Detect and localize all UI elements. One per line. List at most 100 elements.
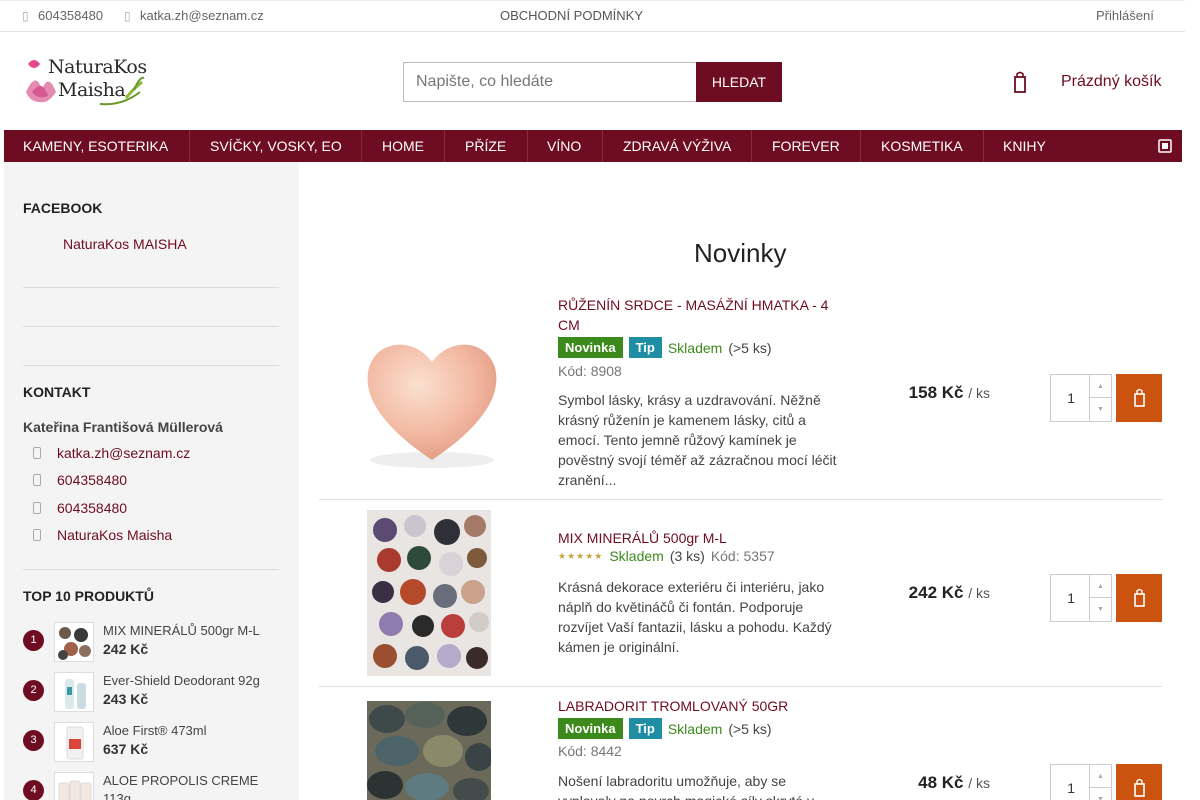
top-product-name: Aloe First® 473ml [103, 723, 207, 738]
terms-link[interactable]: OBCHODNÍ PODMÍNKY [500, 8, 643, 23]
product-row: LABRADORIT TROMLOVANÝ 50GR Novinka Tip S… [319, 687, 1162, 800]
increase-quantity-button[interactable]: ▲ [1089, 575, 1111, 598]
rating-stars-icon: ★★★★★ [558, 550, 604, 561]
top-product-item[interactable]: 3 Aloe First® 473ml 637 Kč [23, 722, 279, 768]
top-product-item[interactable]: 2 Ever-Shield Deodorant 92g 243 Kč [23, 672, 279, 718]
product-description: Krásná dekorace exteriéru či interiéru, … [558, 579, 832, 655]
nav-item-knihy[interactable]: KNIHY [984, 130, 1056, 162]
phone-icon: ▯ [22, 8, 29, 23]
contact-email: katka.zh@seznam.cz [57, 445, 191, 461]
contact-phone: 604358480 [57, 500, 128, 516]
nav-item-forever[interactable]: FOREVER [752, 130, 861, 162]
top-product-price: 637 Kč [103, 741, 149, 757]
cart-link[interactable]: Prázdný košík [1061, 73, 1161, 91]
more-menu-icon[interactable] [1158, 137, 1172, 155]
contact-facebook-row[interactable]: NaturaKos Maisha [33, 527, 172, 543]
search-input[interactable] [403, 62, 697, 102]
stock-status: Skladem [667, 339, 723, 356]
top-product-item[interactable]: 4 ALOE PROPOLIS CREME 113g [23, 772, 279, 800]
nav-item-kameny[interactable]: KAMENY, ESOTERIKA [4, 130, 190, 162]
decrease-quantity-button[interactable]: ▼ [1089, 398, 1111, 421]
logo-text: NaturaKos Maisha [48, 56, 147, 101]
product-thumbnail [54, 622, 94, 662]
top-product-name: ALOE PROPOLIS CREME 113g [103, 773, 259, 800]
contact-phone-row[interactable]: 604358480 [33, 500, 127, 516]
decrease-quantity-button[interactable]: ▼ [1089, 788, 1111, 800]
facebook-link[interactable]: NaturaKos MAISHA [63, 236, 187, 252]
nav-item-kosmetika[interactable]: KOSMETIKA [861, 130, 984, 162]
envelope-icon: ▯ [124, 8, 131, 23]
divider [23, 569, 279, 570]
product-price: 242 Kč / ks [908, 583, 990, 602]
product-code: Kód: 5357 [710, 548, 775, 564]
product-price: 48 Kč / ks [918, 773, 990, 792]
top-product-name: Ever-Shield Deodorant 92g [103, 673, 260, 688]
top-product-item[interactable]: 1 MIX MINERÁLŮ 500gr M-L 242 Kč [23, 622, 279, 668]
product-image[interactable] [367, 510, 491, 676]
badge-tip: Tip [628, 337, 662, 358]
facebook-icon [33, 529, 41, 541]
divider [23, 326, 279, 327]
product-price: 158 Kč / ks [908, 383, 990, 402]
product-row: MIX MINERÁLŮ 500gr M-L ★★★★★ Skladem (3 … [319, 500, 1162, 687]
divider [23, 287, 279, 288]
quantity-stepper[interactable]: 1 ▲ ▼ [1050, 574, 1112, 622]
product-name[interactable]: LABRADORIT TROMLOVANÝ 50GR [558, 696, 838, 716]
nav-item-vino[interactable]: VÍNO [528, 130, 603, 162]
cart-icon[interactable] [1012, 70, 1028, 94]
search-button[interactable]: HLEDAT [696, 62, 782, 102]
product-name[interactable]: RŮŽENÍN SRDCE - MASÁŽNÍ HMATKA - 4 CM [558, 295, 838, 335]
cart-icon [1134, 588, 1145, 607]
quantity-stepper[interactable]: 1 ▲ ▼ [1050, 764, 1112, 800]
rank-badge: 2 [23, 680, 44, 701]
top-product-price: 242 Kč [103, 641, 149, 657]
add-to-cart-button[interactable] [1116, 574, 1162, 622]
decrease-quantity-button[interactable]: ▼ [1089, 598, 1111, 621]
top-bar: ▯ 604358480 ▯ katka.zh@seznam.cz OBCHODN… [0, 0, 1185, 32]
topbar-phone-text: 604358480 [38, 8, 104, 23]
cart-icon [1134, 388, 1145, 407]
contact-email-row[interactable]: katka.zh@seznam.cz [33, 445, 190, 461]
page-title: Novinky [694, 238, 787, 268]
contact-facebook: NaturaKos Maisha [57, 527, 173, 543]
quantity-stepper[interactable]: 1 ▲ ▼ [1050, 374, 1112, 422]
product-code: Kód: 8442 [558, 743, 622, 759]
sidebar: FACEBOOK NaturaKos MAISHA KONTAKT Kateři… [4, 162, 299, 800]
nav-item-prize[interactable]: PŘÍZE [445, 130, 528, 162]
rank-badge: 1 [23, 630, 44, 651]
phone-icon [33, 474, 41, 486]
facebook-heading: FACEBOOK [23, 200, 103, 216]
badge-new: Novinka [558, 337, 623, 358]
add-to-cart-button[interactable] [1116, 374, 1162, 422]
topbar-phone[interactable]: ▯ 604358480 [22, 8, 103, 23]
product-badges: Novinka Tip Skladem (>5 ks) [558, 337, 772, 358]
stock-count: (>5 ks) [728, 720, 772, 737]
stock-count: (3 ks) [669, 548, 705, 564]
contact-heading: KONTAKT [23, 384, 91, 400]
topbar-email[interactable]: ▯ katka.zh@seznam.cz [124, 8, 264, 23]
contact-name: Kateřina Františová Müllerová [23, 419, 223, 435]
main-nav: KAMENY, ESOTERIKA SVÍČKY, VOSKY, EO HOME… [4, 130, 1182, 162]
rank-badge: 3 [23, 730, 44, 751]
stock-status: Skladem [609, 548, 664, 564]
product-image[interactable] [347, 310, 517, 475]
badge-new: Novinka [558, 718, 623, 739]
product-name[interactable]: MIX MINERÁLŮ 500gr M-L [558, 528, 838, 548]
add-to-cart-button[interactable] [1116, 764, 1162, 800]
quantity-value: 1 [1067, 590, 1075, 606]
nav-item-svicky[interactable]: SVÍČKY, VOSKY, EO [190, 130, 362, 162]
badge-tip: Tip [628, 718, 662, 739]
nav-item-home[interactable]: HOME [362, 130, 445, 162]
login-link[interactable]: Přihlášení [1096, 8, 1154, 23]
product-rating-stock: ★★★★★ Skladem (3 ks) Kód: 5357 [558, 548, 775, 564]
contact-phone-row[interactable]: 604358480 [33, 472, 127, 488]
increase-quantity-button[interactable]: ▲ [1089, 765, 1111, 788]
divider [23, 365, 279, 366]
mobile-icon [33, 502, 41, 514]
stock-count: (>5 ks) [728, 339, 772, 356]
product-image[interactable] [367, 701, 491, 800]
logo[interactable]: NaturaKos Maisha [22, 52, 147, 112]
increase-quantity-button[interactable]: ▲ [1089, 375, 1111, 398]
product-row: RŮŽENÍN SRDCE - MASÁŽNÍ HMATKA - 4 CM No… [319, 290, 1162, 500]
nav-item-zdrava-vyziva[interactable]: ZDRAVÁ VÝŽIVA [603, 130, 752, 162]
